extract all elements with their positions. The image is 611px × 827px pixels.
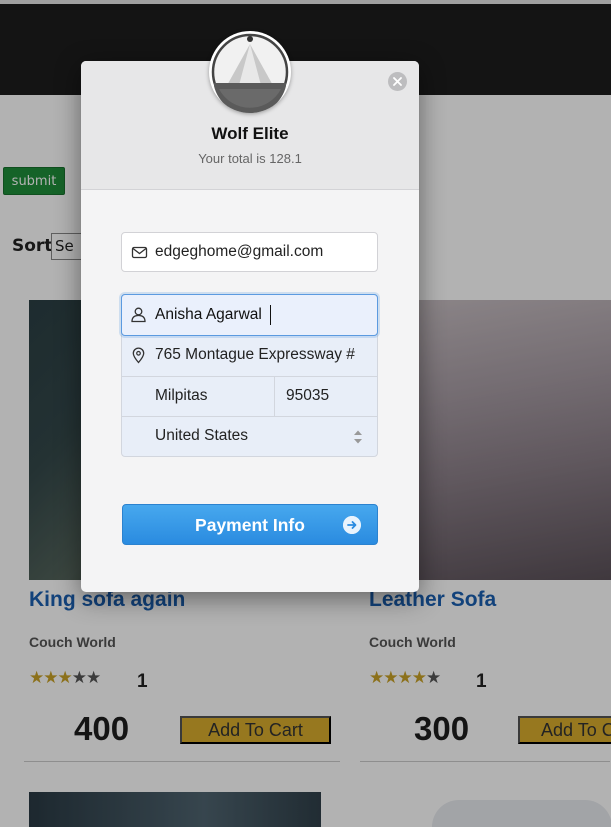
country-select[interactable]: United States	[122, 416, 377, 456]
select-arrows-icon	[354, 430, 362, 444]
payment-info-button[interactable]: Payment Info	[122, 504, 378, 545]
city-field[interactable]: Milpitas	[122, 377, 275, 417]
merchant-logo	[209, 31, 291, 113]
street-field[interactable]	[122, 336, 377, 376]
order-total: Your total is 128.1	[198, 151, 302, 166]
city-value: Milpitas	[155, 387, 208, 404]
zip-value: 95035	[286, 387, 330, 404]
street-input[interactable]	[155, 346, 375, 364]
mail-icon	[131, 246, 148, 259]
arrow-right-icon	[343, 516, 361, 534]
zip-field[interactable]: 95035	[275, 377, 377, 417]
location-pin-icon	[132, 347, 145, 364]
merchant-name: Wolf Elite	[211, 124, 289, 143]
text-caret	[270, 305, 271, 325]
email-input[interactable]	[155, 243, 370, 261]
email-field[interactable]	[121, 232, 378, 272]
city-zip-row: Milpitas 95035	[122, 376, 377, 417]
close-icon[interactable]	[388, 72, 407, 91]
name-input[interactable]	[155, 306, 370, 324]
name-field[interactable]	[121, 294, 378, 336]
checkout-modal: Wolf Elite Your total is 128.1 edgeghome…	[81, 31, 419, 592]
payment-info-label: Payment Info	[195, 515, 305, 535]
country-value: United States	[155, 427, 249, 444]
user-icon	[131, 307, 146, 323]
shipping-address-group: Milpitas 95035 United States	[121, 294, 378, 457]
